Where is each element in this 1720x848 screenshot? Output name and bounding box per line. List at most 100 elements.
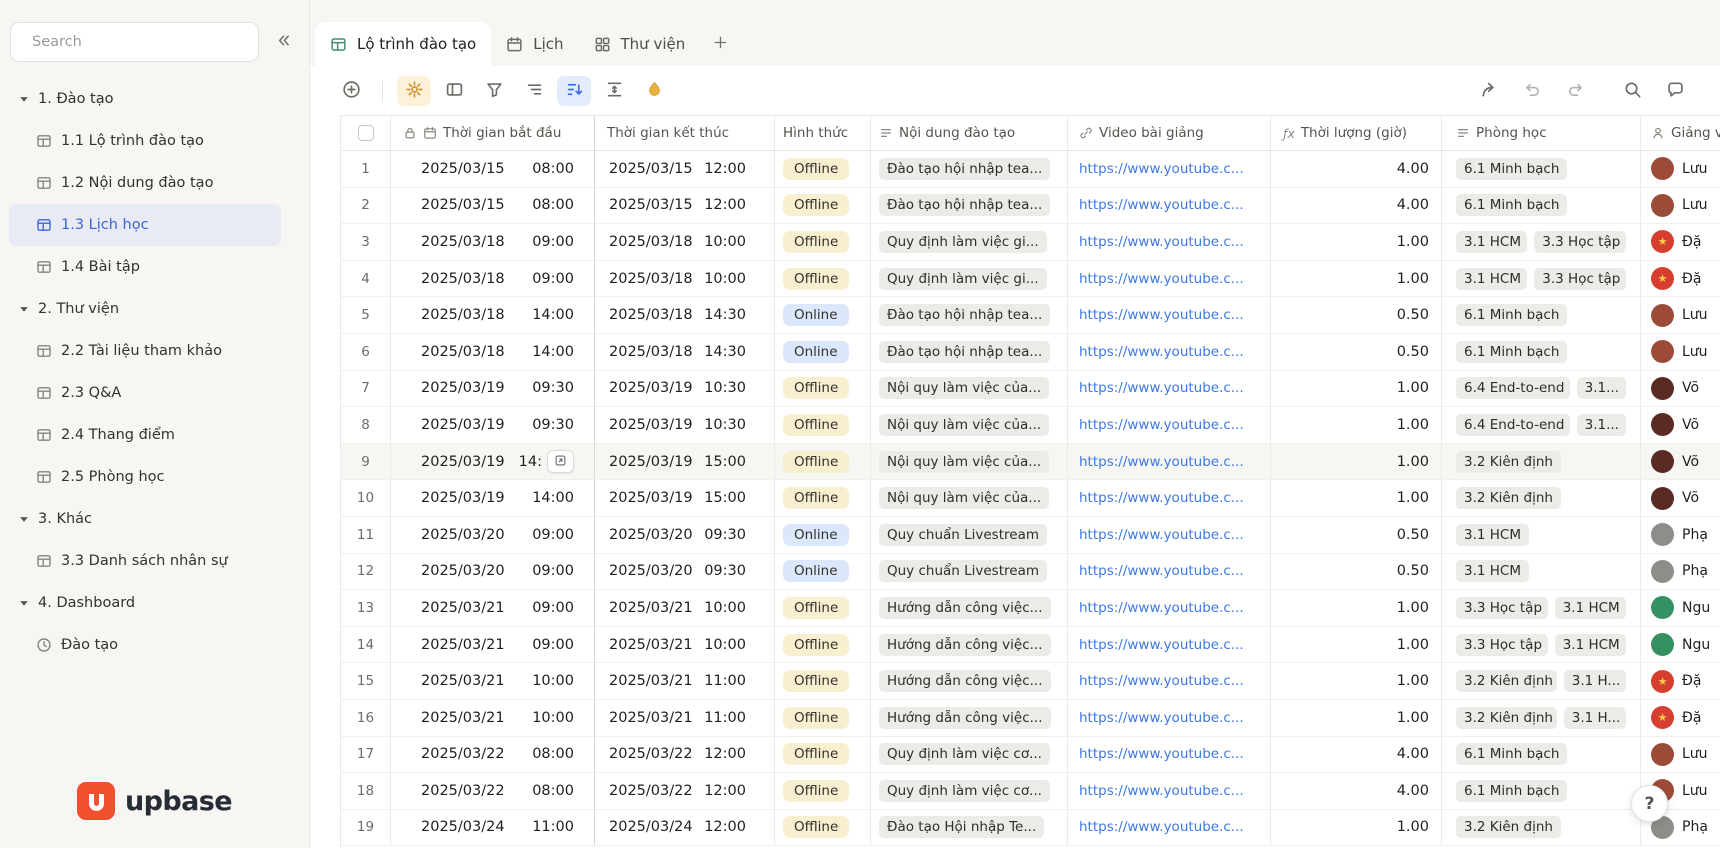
cell-start-time[interactable]: 2025/03/19 09:30: [391, 407, 595, 443]
cell-content[interactable]: Quy chuẩn Livestream: [871, 516, 1068, 553]
cell-end-time[interactable]: 2025/03/21 10:00: [595, 626, 775, 663]
cell-duration[interactable]: 0.50: [1271, 516, 1442, 553]
cell-rooms[interactable]: 3.2 Kiên định: [1442, 809, 1641, 846]
cell-end-time[interactable]: 2025/03/20 09:30: [595, 516, 775, 553]
cell-content[interactable]: Đào tạo hội nhập tea...: [871, 187, 1068, 224]
cell-content[interactable]: Đào tạo hội nhập tea...: [871, 151, 1068, 187]
hide-fields-button[interactable]: [437, 76, 471, 106]
cell-rooms[interactable]: 6.1 Minh bạch: [1442, 187, 1641, 224]
cell-rooms[interactable]: 3.1 HCM: [1442, 516, 1641, 553]
cell-video[interactable]: https://www.youtube.c...: [1068, 553, 1271, 590]
cell-duration[interactable]: 1.00: [1271, 663, 1442, 699]
cell-video[interactable]: https://www.youtube.c...: [1068, 297, 1271, 333]
cell-start-time[interactable]: 2025/03/18 09:00: [391, 224, 595, 260]
cell-end-time[interactable]: 2025/03/19 15:00: [595, 443, 775, 480]
row-number-cell[interactable]: 9: [341, 443, 391, 480]
cell-duration[interactable]: 1.00: [1271, 260, 1442, 297]
cell-video[interactable]: https://www.youtube.c...: [1068, 663, 1271, 699]
cell-teacher[interactable]: Võ: [1641, 407, 1720, 443]
cell-start-time[interactable]: 2025/03/15 08:00: [391, 151, 595, 187]
cell-start-time[interactable]: 2025/03/20 09:00: [391, 516, 595, 553]
cell-mode[interactable]: Offline: [775, 809, 871, 846]
row-number-cell[interactable]: 11: [341, 516, 391, 553]
cell-duration[interactable]: 1.00: [1271, 370, 1442, 407]
row-number-cell[interactable]: 15: [341, 663, 391, 699]
filter-button[interactable]: [477, 76, 511, 106]
row-number-cell[interactable]: 6: [341, 333, 391, 370]
cell-video[interactable]: https://www.youtube.c...: [1068, 736, 1271, 773]
cell-rooms[interactable]: 3.2 Kiên định 3.1 H...: [1442, 663, 1641, 699]
cell-mode[interactable]: Offline: [775, 699, 871, 736]
cell-video[interactable]: https://www.youtube.c...: [1068, 480, 1271, 516]
color-button[interactable]: [637, 76, 671, 106]
sidebar-section-2[interactable]: 2. Thư viện: [9, 288, 281, 330]
cell-end-time[interactable]: 2025/03/21 11:00: [595, 699, 775, 736]
expand-record-button[interactable]: [547, 450, 574, 474]
row-number-cell[interactable]: 17: [341, 736, 391, 773]
view-tab-2[interactable]: Lịch: [491, 22, 578, 66]
cell-end-time[interactable]: 2025/03/18 14:30: [595, 333, 775, 370]
row-number-cell[interactable]: 13: [341, 590, 391, 626]
cell-duration[interactable]: 1.00: [1271, 480, 1442, 516]
row-number-cell[interactable]: 19: [341, 809, 391, 846]
view-tab-1[interactable]: Lộ trình đào tạo: [315, 22, 492, 66]
column-header-7[interactable]: Phòng học: [1442, 116, 1641, 150]
cell-video[interactable]: https://www.youtube.c...: [1068, 151, 1271, 187]
cell-content[interactable]: Quy định làm việc cơ...: [871, 773, 1068, 809]
cell-content[interactable]: Nội quy làm việc của...: [871, 443, 1068, 480]
cell-duration[interactable]: 1.00: [1271, 443, 1442, 480]
cell-content[interactable]: Hướng dẫn công việc...: [871, 590, 1068, 626]
cell-teacher[interactable]: Phạ: [1641, 517, 1720, 553]
video-link[interactable]: https://www.youtube.c...: [1079, 673, 1244, 689]
column-header-1[interactable]: Thời gian bắt đầu: [391, 116, 595, 150]
cell-video[interactable]: https://www.youtube.c...: [1068, 224, 1271, 260]
column-header-6[interactable]: ƒx Thời lượng (giờ): [1271, 116, 1442, 150]
cell-duration[interactable]: 4.00: [1271, 736, 1442, 773]
cell-rooms[interactable]: 6.4 End-to-end 3.1...: [1442, 370, 1641, 407]
cell-duration[interactable]: 1.00: [1271, 224, 1442, 260]
sidebar-item[interactable]: 3.3 Danh sách nhân sự: [9, 540, 281, 582]
cell-rooms[interactable]: 6.1 Minh bạch: [1442, 736, 1641, 773]
sidebar-item[interactable]: 1.1 Lộ trình đào tạo: [9, 120, 281, 162]
row-number-cell[interactable]: 3: [341, 224, 391, 260]
cell-duration[interactable]: 1.00: [1271, 590, 1442, 626]
cell-video[interactable]: https://www.youtube.c...: [1068, 516, 1271, 553]
cell-duration[interactable]: 4.00: [1271, 187, 1442, 224]
cell-video[interactable]: https://www.youtube.c...: [1068, 626, 1271, 663]
video-link[interactable]: https://www.youtube.c...: [1079, 161, 1244, 177]
sidebar-item[interactable]: Đào tạo: [9, 624, 281, 666]
row-height-button[interactable]: [597, 76, 631, 106]
cell-start-time[interactable]: 2025/03/19 14:00: [391, 480, 595, 516]
row-number-cell[interactable]: 1: [341, 151, 391, 187]
row-number-cell[interactable]: 12: [341, 553, 391, 590]
row-number-cell[interactable]: 8: [341, 407, 391, 443]
view-tab-3[interactable]: Thư viện: [579, 22, 701, 66]
cell-mode[interactable]: Online: [775, 516, 871, 553]
select-all-checkbox[interactable]: [357, 125, 374, 141]
cell-teacher[interactable]: Võ: [1641, 480, 1720, 516]
video-link[interactable]: https://www.youtube.c...: [1079, 710, 1244, 726]
video-link[interactable]: https://www.youtube.c...: [1079, 783, 1244, 799]
cell-end-time[interactable]: 2025/03/21 10:00: [595, 590, 775, 626]
cell-start-time[interactable]: 2025/03/21 09:00: [391, 626, 595, 663]
cell-start-time[interactable]: 2025/03/22 08:00: [391, 773, 595, 809]
sidebar-section-4[interactable]: 4. Dashboard: [9, 582, 281, 624]
cell-duration[interactable]: 4.00: [1271, 773, 1442, 809]
cell-start-time[interactable]: 2025/03/22 08:00: [391, 736, 595, 773]
cell-rooms[interactable]: 3.1 HCM 3.3 Học tập: [1442, 224, 1641, 260]
cell-rooms[interactable]: 3.1 HCM: [1442, 553, 1641, 590]
cell-mode[interactable]: Offline: [775, 773, 871, 809]
cell-teacher[interactable]: ★ Đặ: [1641, 663, 1720, 699]
cell-rooms[interactable]: 3.2 Kiên định: [1442, 443, 1641, 480]
cell-video[interactable]: https://www.youtube.c...: [1068, 260, 1271, 297]
sidebar-item[interactable]: 1.4 Bài tập: [9, 246, 281, 288]
cell-content[interactable]: Hướng dẫn công việc...: [871, 699, 1068, 736]
video-link[interactable]: https://www.youtube.c...: [1079, 344, 1244, 360]
cell-end-time[interactable]: 2025/03/19 15:00: [595, 480, 775, 516]
cell-start-time[interactable]: 2025/03/21 10:00: [391, 699, 595, 736]
sidebar-item[interactable]: 2.3 Q&A: [9, 372, 281, 414]
cell-start-time[interactable]: 2025/03/20 09:00: [391, 553, 595, 590]
video-link[interactable]: https://www.youtube.c...: [1079, 417, 1244, 433]
cell-duration[interactable]: 0.50: [1271, 333, 1442, 370]
column-header-5[interactable]: Video bài giảng: [1068, 116, 1271, 150]
